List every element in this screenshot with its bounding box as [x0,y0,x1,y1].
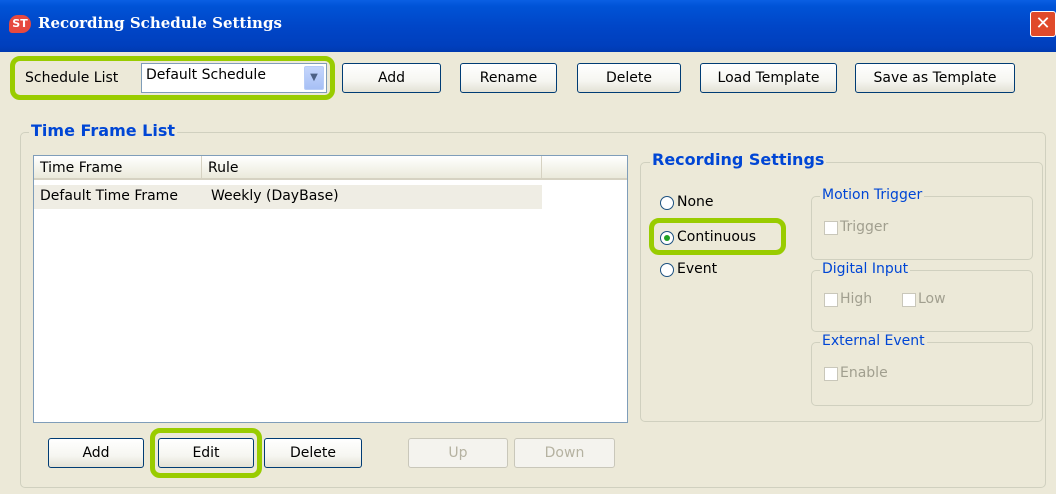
schedule-list-dropdown[interactable]: Default Schedule ▼ [141,63,327,93]
move-up-button[interactable]: Up [408,438,508,468]
radio-none-label: None [677,194,714,210]
load-template-button[interactable]: Load Template [700,63,837,93]
app-logo-icon: ST [9,15,31,33]
enable-checkbox[interactable] [824,367,838,381]
low-checkbox[interactable] [902,293,916,307]
radio-continuous[interactable]: Continuous [660,228,780,250]
recording-schedule-settings-window: ST Recording Schedule Settings ✕ Schedul… [0,0,1056,494]
radio-none[interactable]: None [660,193,750,215]
recording-settings-title: Recording Settings [650,150,827,169]
radio-event-label: Event [677,261,718,277]
time-frame-table[interactable]: Time Frame Rule Default Time Frame Weekl… [33,155,628,423]
trigger-checkbox[interactable] [824,221,838,235]
time-frame-list-title: Time Frame List [29,121,178,140]
external-event-title: External Event [820,333,927,349]
schedule-delete-button[interactable]: Delete [577,63,681,93]
column-header-rule[interactable]: Rule [202,156,542,180]
save-as-template-button[interactable]: Save as Template [855,63,1015,93]
schedule-list-value: Default Schedule [146,67,266,83]
time-frame-add-button[interactable]: Add [48,438,144,468]
radio-event-circle[interactable] [660,263,674,277]
schedule-rename-button[interactable]: Rename [460,63,557,93]
schedule-list-label: Schedule List [25,70,119,86]
radio-continuous-label: Continuous [677,229,757,245]
digital-input-title: Digital Input [820,261,911,277]
high-checkbox[interactable] [824,293,838,307]
time-frame-delete-button[interactable]: Delete [264,438,362,468]
low-label: Low [918,291,946,307]
trigger-label: Trigger [840,219,889,235]
radio-event[interactable]: Event [660,260,750,282]
radio-continuous-circle[interactable] [660,231,674,245]
close-button[interactable]: ✕ [1030,11,1056,37]
column-header-time-frame[interactable]: Time Frame [34,156,202,180]
enable-label: Enable [840,365,888,381]
time-frame-edit-button[interactable]: Edit [158,438,254,468]
move-down-button[interactable]: Down [514,438,615,468]
window-title: Recording Schedule Settings [38,14,282,32]
chevron-down-icon[interactable]: ▼ [304,66,324,90]
rule-cell: Weekly (DayBase) [211,188,339,204]
table-row[interactable]: Default Time Frame Weekly (DayBase) [34,185,542,209]
motion-trigger-title: Motion Trigger [820,187,925,203]
high-label: High [840,291,873,307]
title-bar[interactable]: ST Recording Schedule Settings ✕ [0,0,1056,52]
column-header-empty [542,156,627,180]
radio-selected-dot-icon [664,235,670,241]
radio-none-circle[interactable] [660,196,674,210]
schedule-add-button[interactable]: Add [342,63,441,93]
time-frame-cell: Default Time Frame [40,188,178,204]
